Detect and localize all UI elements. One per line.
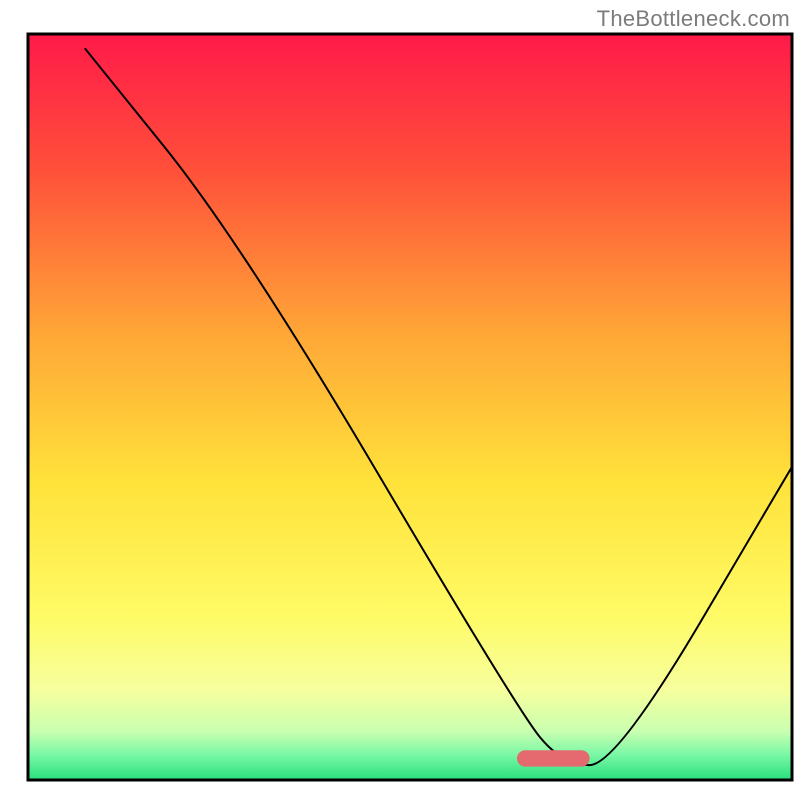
optimal-range-marker: [517, 750, 590, 766]
chart-container: TheBottleneck.com: [0, 0, 800, 800]
plot-background: [28, 34, 792, 780]
bottleneck-chart: [0, 0, 800, 800]
attribution-text: TheBottleneck.com: [597, 6, 790, 32]
